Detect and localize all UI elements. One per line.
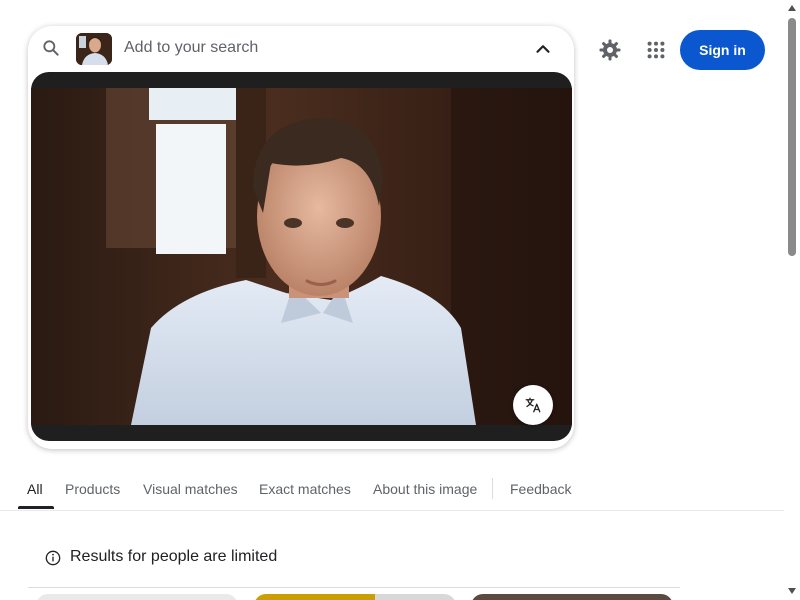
tab-exact-matches[interactable]: Exact matches	[259, 481, 351, 497]
sign-in-button[interactable]: Sign in	[680, 30, 765, 70]
tab-divider	[492, 478, 493, 499]
result-card[interactable]	[36, 594, 238, 600]
query-image-thumbnail[interactable]	[76, 33, 112, 65]
info-icon	[45, 550, 61, 566]
result-card[interactable]	[471, 594, 673, 600]
search-input[interactable]: Add to your search	[124, 39, 258, 57]
query-image-frame	[31, 72, 572, 441]
apps-grid-icon[interactable]	[645, 39, 667, 61]
scrollbar-thumb[interactable]	[788, 18, 796, 256]
chevron-up-icon[interactable]	[532, 38, 554, 60]
active-tab-indicator	[18, 506, 54, 509]
result-card[interactable]	[254, 594, 456, 600]
query-image[interactable]	[31, 88, 572, 425]
tab-all[interactable]: All	[27, 481, 43, 497]
gear-icon[interactable]	[598, 38, 622, 62]
page-scrollbar[interactable]	[784, 0, 800, 600]
scroll-down-arrow-icon[interactable]	[788, 588, 796, 594]
notice-text: Results for people are limited	[70, 548, 278, 565]
tab-about-this-image[interactable]: About this image	[373, 481, 477, 497]
tab-products[interactable]: Products	[65, 481, 120, 497]
tab-visual-matches[interactable]: Visual matches	[143, 481, 238, 497]
lens-results-page: Add to your search Sign in All Products …	[0, 0, 800, 600]
tabs-divider	[0, 510, 784, 511]
search-bar[interactable]: Add to your search	[28, 26, 574, 72]
notice-divider	[28, 587, 680, 588]
tab-feedback[interactable]: Feedback	[510, 481, 571, 497]
search-icon[interactable]	[41, 38, 61, 58]
scroll-up-arrow-icon[interactable]	[788, 5, 796, 11]
translate-icon	[525, 397, 541, 413]
search-panel: Add to your search	[28, 26, 574, 449]
translate-button[interactable]	[513, 385, 553, 425]
